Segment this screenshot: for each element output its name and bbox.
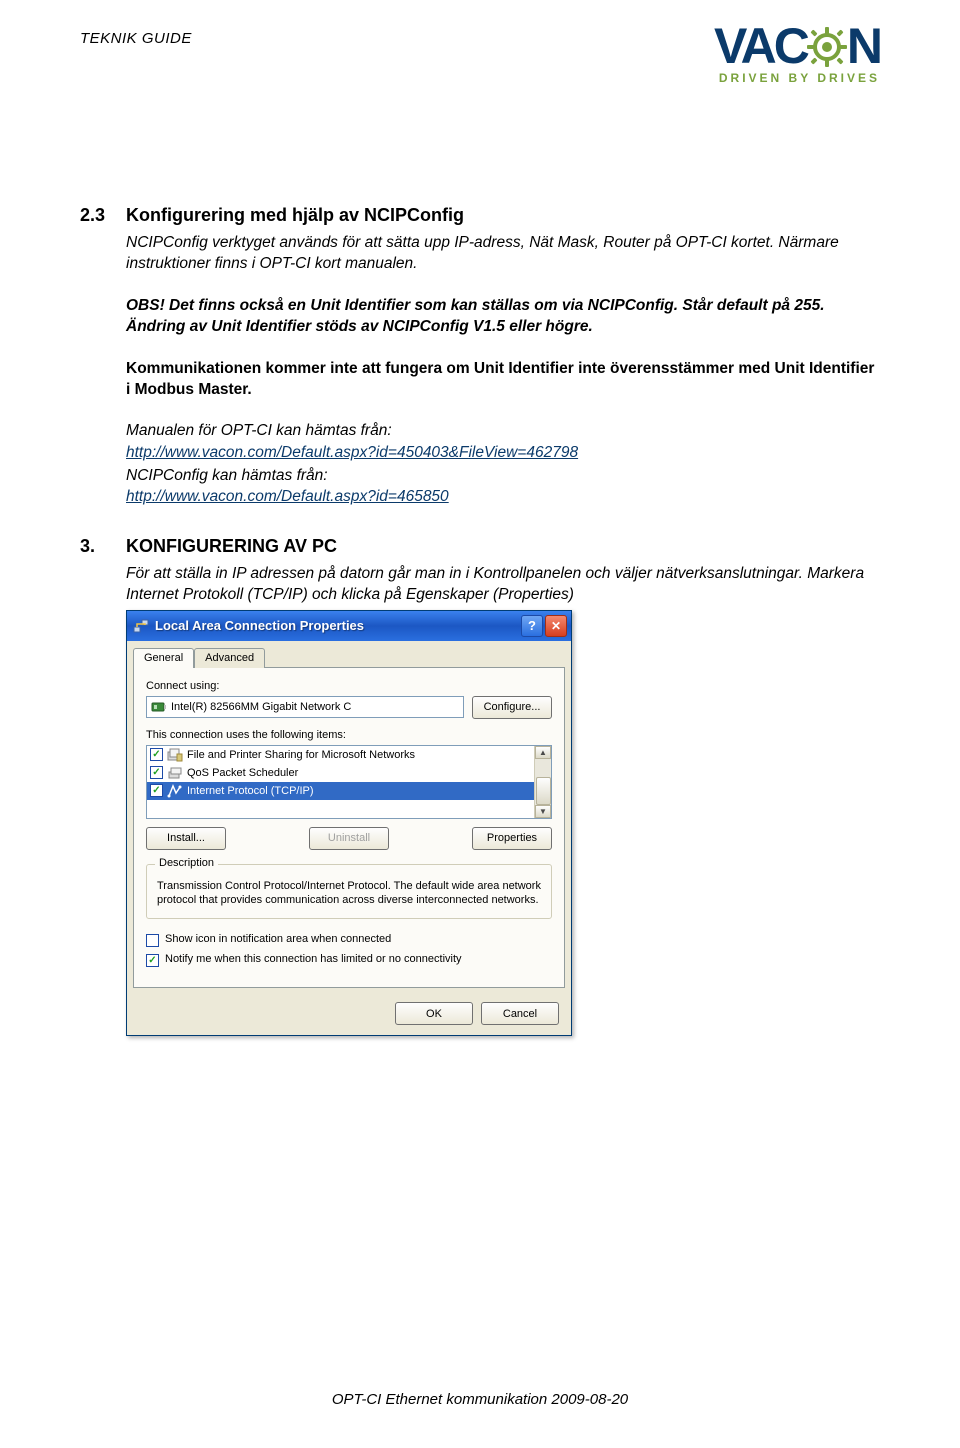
protocol-icon — [167, 784, 183, 798]
scroll-up-button[interactable]: ▲ — [535, 746, 551, 759]
properties-button[interactable]: Properties — [472, 827, 552, 850]
items-listbox[interactable]: ✓ File and Printer Sharing for Microsoft… — [146, 745, 552, 819]
titlebar[interactable]: Local Area Connection Properties ? ✕ — [127, 611, 571, 641]
nic-icon — [151, 700, 167, 714]
brand-suffix: N — [847, 24, 880, 69]
titlebar-text: Local Area Connection Properties — [155, 618, 519, 633]
configure-button[interactable]: Configure... — [472, 696, 552, 719]
link-manual[interactable]: http://www.vacon.com/Default.aspx?id=450… — [126, 444, 578, 461]
checkbox-icon[interactable]: ✓ — [146, 954, 159, 967]
checkbox-icon[interactable]: ✓ — [150, 784, 163, 797]
checkbox-label: Show icon in notification area when conn… — [165, 933, 391, 945]
scrollbar[interactable]: ▲ ▼ — [534, 746, 551, 818]
adapter-field[interactable]: Intel(R) 82566MM Gigabit Network C — [146, 696, 464, 718]
description-legend: Description — [155, 857, 218, 869]
tab-panel-general: Connect using: Intel(R) 82566MM Gigabit … — [133, 667, 565, 989]
heading-text: Konfigurering med hjälp av NCIPConfig — [126, 205, 464, 226]
brand-logo: VAC — [714, 24, 880, 85]
service-icon — [167, 766, 183, 780]
close-button[interactable]: ✕ — [545, 615, 567, 637]
tabstrip: General Advanced — [127, 641, 571, 667]
help-button[interactable]: ? — [521, 615, 543, 637]
scroll-thumb[interactable] — [536, 777, 551, 805]
paragraph: För att ställa in IP adressen på datorn … — [126, 563, 880, 606]
properties-dialog: Local Area Connection Properties ? ✕ Gen… — [126, 610, 572, 1037]
connection-icon — [133, 618, 149, 634]
link-ncipconfig[interactable]: http://www.vacon.com/Default.aspx?id=465… — [126, 488, 449, 505]
service-icon — [167, 748, 183, 762]
paragraph: NCIPConfig verktyget används för att sät… — [126, 232, 880, 275]
paragraph-obs: OBS! Det finns också en Unit Identifier … — [126, 295, 880, 338]
link-intro: NCIPConfig kan hämtas från: — [126, 467, 328, 484]
ok-button[interactable]: OK — [395, 1002, 473, 1025]
dialog-button-row: OK Cancel — [127, 994, 571, 1035]
document-title: TEKNIK GUIDE — [80, 24, 192, 47]
paragraph-warning: Kommunikationen kommer inte att fungera … — [126, 358, 880, 401]
heading-number: 2.3 — [80, 205, 114, 226]
tab-general[interactable]: General — [133, 648, 194, 668]
paragraph: Manualen för OPT-CI kan hämtas från: htt… — [126, 420, 880, 463]
section-2-3: 2.3 Konfigurering med hjälp av NCIPConfi… — [80, 205, 880, 508]
heading-3: 3. KONFIGURERING AV PC — [80, 536, 880, 557]
checkbox-icon[interactable]: ✓ — [150, 766, 163, 779]
page-footer: OPT-CI Ethernet kommunikation 2009-08-20 — [0, 1391, 960, 1408]
document-header: TEKNIK GUIDE VAC — [80, 24, 880, 85]
checkbox-icon[interactable]: ✓ — [150, 748, 163, 761]
uses-items-label: This connection uses the following items… — [146, 729, 552, 741]
uninstall-button[interactable]: Uninstall — [309, 827, 389, 850]
section-3: 3. KONFIGURERING AV PC För att ställa in… — [80, 536, 880, 1036]
link-intro: Manualen för OPT-CI kan hämtas från: — [126, 422, 392, 439]
scroll-down-button[interactable]: ▼ — [535, 805, 551, 818]
checkbox-icon[interactable]: ✓ — [146, 934, 159, 947]
cancel-button[interactable]: Cancel — [481, 1002, 559, 1025]
item-label: Internet Protocol (TCP/IP) — [187, 785, 314, 797]
connect-using-label: Connect using: — [146, 680, 552, 692]
description-group: Description Transmission Control Protoco… — [146, 864, 552, 920]
heading-2-3: 2.3 Konfigurering med hjälp av NCIPConfi… — [80, 205, 880, 226]
brand-tagline: DRIVEN BY DRIVES — [714, 71, 880, 85]
brand-prefix: VAC — [714, 24, 807, 69]
adapter-name: Intel(R) 82566MM Gigabit Network C — [171, 701, 351, 713]
item-label: QoS Packet Scheduler — [187, 767, 298, 779]
paragraph: NCIPConfig kan hämtas från: http://www.v… — [126, 465, 880, 508]
install-button[interactable]: Install... — [146, 827, 226, 850]
list-item[interactable]: ✓ File and Printer Sharing for Microsoft… — [147, 746, 534, 764]
tab-advanced[interactable]: Advanced — [194, 648, 265, 668]
gear-icon — [805, 25, 849, 69]
brand-wordmark: VAC — [714, 24, 880, 69]
item-label: File and Printer Sharing for Microsoft N… — [187, 749, 415, 761]
checkbox-label: Notify me when this connection has limit… — [165, 953, 462, 965]
description-text: Transmission Control Protocol/Internet P… — [157, 879, 541, 909]
list-item-selected[interactable]: ✓ Internet Protocol (TCP/IP) — [147, 782, 534, 800]
heading-text: KONFIGURERING AV PC — [126, 536, 337, 557]
show-icon-checkbox-row[interactable]: ✓ Show icon in notification area when co… — [146, 933, 552, 947]
heading-number: 3. — [80, 536, 114, 557]
notify-checkbox-row[interactable]: ✓ Notify me when this connection has lim… — [146, 953, 552, 967]
list-item[interactable]: ✓ QoS Packet Scheduler — [147, 764, 534, 782]
